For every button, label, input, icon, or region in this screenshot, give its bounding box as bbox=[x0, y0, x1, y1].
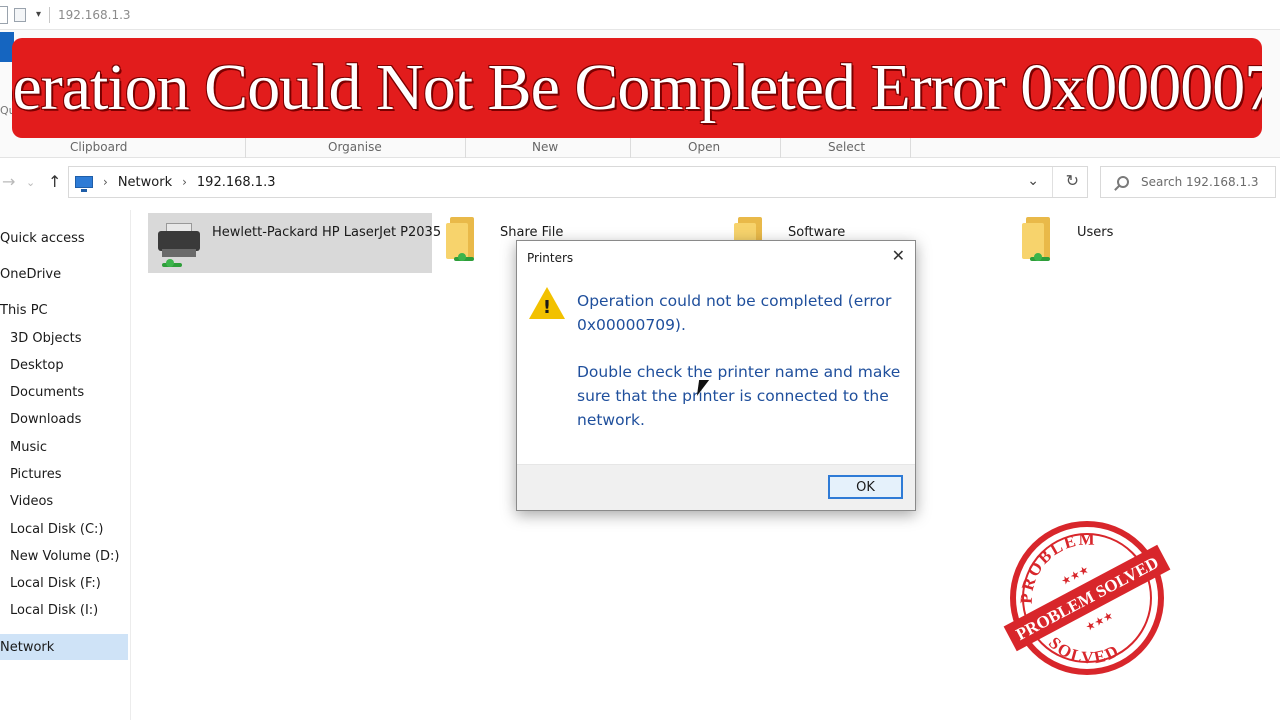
ribbon-divider bbox=[780, 136, 781, 158]
ribbon-group-organise: Organise bbox=[328, 140, 382, 154]
ribbon-group-new: New bbox=[532, 140, 559, 154]
ribbon-group-open: Open bbox=[688, 140, 721, 154]
title-divider bbox=[49, 6, 51, 23]
breadcrumb-host[interactable]: 192.168.1.3 bbox=[197, 175, 276, 190]
folder-label: Users bbox=[1077, 225, 1114, 240]
sidebar-item-desktop[interactable]: Desktop bbox=[10, 358, 64, 373]
sidebar-item-videos[interactable]: Videos bbox=[10, 494, 53, 509]
share-badge-icon bbox=[454, 253, 474, 265]
search-placeholder: Search 192.168.1.3 bbox=[1141, 175, 1259, 189]
share-badge-icon bbox=[1030, 253, 1050, 265]
folder-item-software[interactable]: Software bbox=[730, 213, 870, 243]
window-title: 192.168.1.3 bbox=[58, 7, 131, 22]
recent-dropdown-icon[interactable]: ⌄ bbox=[26, 176, 35, 189]
error-message: Operation could not be completed (error … bbox=[577, 292, 892, 334]
up-arrow-icon[interactable]: ↑ bbox=[48, 172, 61, 191]
sidebar-item-onedrive[interactable]: OneDrive bbox=[0, 267, 61, 282]
ribbon-divider bbox=[630, 136, 631, 158]
window-title-bar: ▾ 192.168.1.3 bbox=[0, 0, 1280, 30]
close-icon[interactable]: ✕ bbox=[892, 247, 905, 265]
address-row: → ⌄ ↑ › Network › 192.168.1.3 ⌄ ↻ Search… bbox=[0, 160, 1280, 204]
folder-label: Software bbox=[788, 225, 846, 240]
sidebar-item-music[interactable]: Music bbox=[10, 440, 47, 455]
title-banner: Operation Could Not Be Completed Error 0… bbox=[12, 38, 1262, 138]
network-computer-icon bbox=[75, 176, 93, 192]
breadcrumb-network[interactable]: Network bbox=[118, 175, 172, 190]
warning-icon: ! bbox=[529, 287, 565, 321]
quick-access-edge-icon[interactable] bbox=[0, 6, 8, 24]
address-history-chevron-icon[interactable]: ⌄ bbox=[1027, 173, 1039, 189]
ribbon-group-select: Select bbox=[828, 140, 866, 154]
sidebar-item-network[interactable]: Network bbox=[0, 640, 54, 655]
new-document-icon[interactable] bbox=[14, 7, 26, 22]
folder-label: Share File bbox=[500, 225, 564, 240]
search-icon bbox=[1117, 176, 1129, 188]
ribbon-divider bbox=[910, 136, 911, 158]
back-arrow-icon[interactable]: → bbox=[2, 172, 15, 191]
ribbon-divider bbox=[245, 136, 246, 158]
sidebar-divider bbox=[130, 210, 131, 720]
problem-solved-stamp: PROBLEM SOLVED PROBLEM SOLVED ★★★ ★★★ bbox=[996, 512, 1178, 680]
error-hint: Double check the printer name and make s… bbox=[577, 363, 901, 429]
banner-text: Operation Could Not Be Completed Error 0… bbox=[12, 51, 1262, 124]
sidebar-item-downloads[interactable]: Downloads bbox=[10, 412, 81, 427]
ribbon-group-clipboard: Clipboard bbox=[70, 140, 128, 154]
breadcrumb-separator-icon[interactable]: › bbox=[182, 175, 187, 189]
sidebar-item-local-disk-c[interactable]: Local Disk (C:) bbox=[10, 522, 103, 537]
sidebar-item-pictures[interactable]: Pictures bbox=[10, 467, 61, 482]
folder-item-users[interactable]: Users bbox=[1018, 213, 1158, 273]
ok-button[interactable]: OK bbox=[828, 475, 903, 499]
printer-item[interactable]: Hewlett-Packard HP LaserJet P2035 bbox=[148, 213, 441, 273]
quick-access-dropdown-icon[interactable]: ▾ bbox=[36, 9, 41, 20]
ribbon-divider bbox=[465, 136, 466, 158]
printers-error-dialog: Printers ✕ ! Operation could not be comp… bbox=[516, 240, 916, 511]
breadcrumb-separator-icon[interactable]: › bbox=[103, 175, 108, 189]
dialog-title: Printers bbox=[527, 251, 574, 265]
sidebar-item-local-disk-i[interactable]: Local Disk (I:) bbox=[10, 603, 98, 618]
refresh-icon[interactable]: ↻ bbox=[1066, 171, 1079, 190]
search-input[interactable]: Search 192.168.1.3 bbox=[1100, 166, 1276, 198]
address-bar[interactable]: › Network › 192.168.1.3 ⌄ ↻ bbox=[68, 166, 1088, 198]
sidebar-item-3d-objects[interactable]: 3D Objects bbox=[10, 331, 82, 346]
stamp-graphic: PROBLEM SOLVED PROBLEM SOLVED ★★★ ★★★ bbox=[1003, 521, 1171, 675]
sidebar-item-documents[interactable]: Documents bbox=[10, 385, 84, 400]
printer-icon bbox=[156, 223, 204, 269]
sidebar-item-local-disk-f[interactable]: Local Disk (F:) bbox=[10, 576, 101, 591]
share-badge-icon bbox=[162, 259, 182, 271]
sidebar-item-new-volume-d[interactable]: New Volume (D:) bbox=[10, 549, 120, 564]
dialog-footer: OK bbox=[517, 464, 915, 510]
sidebar-item-quick-access[interactable]: Quick access bbox=[0, 231, 85, 246]
sidebar-item-this-pc[interactable]: This PC bbox=[0, 303, 48, 318]
address-divider bbox=[1052, 167, 1053, 197]
printer-label: Hewlett-Packard HP LaserJet P2035 bbox=[212, 225, 442, 240]
